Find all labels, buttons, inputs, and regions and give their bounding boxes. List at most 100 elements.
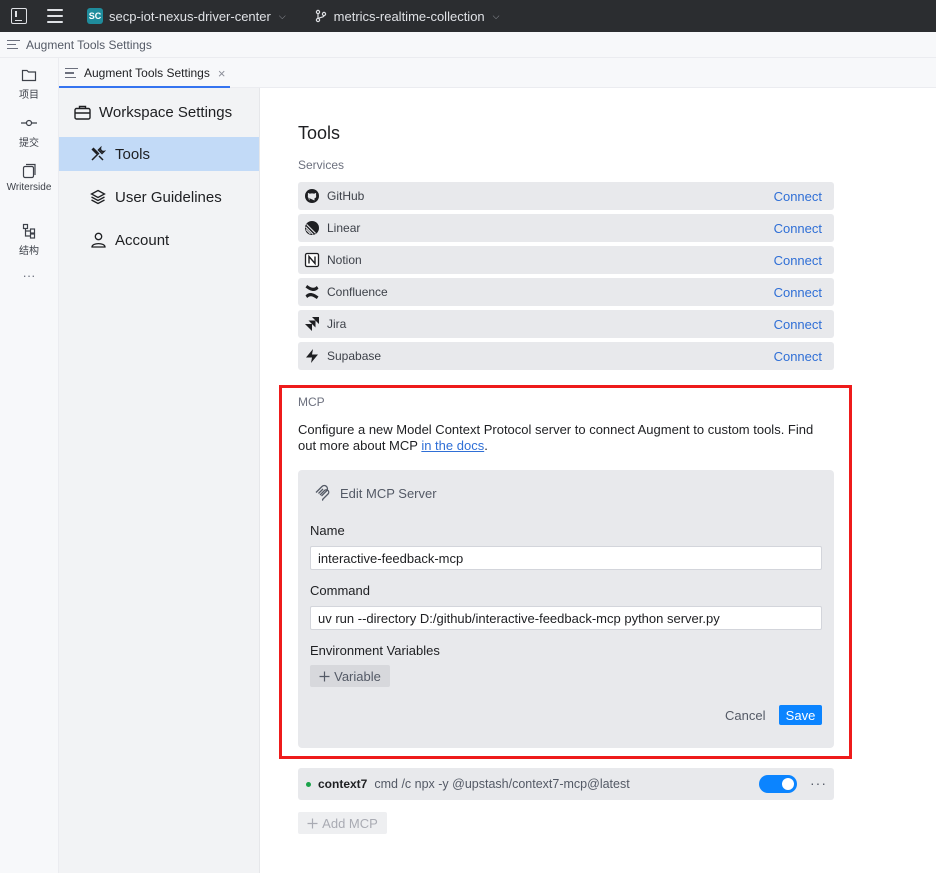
toolwindow-label: 提交 [19, 138, 39, 149]
user-icon [90, 232, 106, 248]
cancel-button[interactable]: Cancel [725, 708, 765, 723]
add-mcp-label: Add MCP [322, 815, 378, 831]
editor-tab-bar: Augment Tools Settings × [59, 58, 936, 88]
add-mcp-button[interactable]: Add MCP [298, 812, 387, 834]
more-options-icon[interactable]: ··· [810, 775, 827, 791]
service-name: Confluence [327, 285, 388, 299]
service-name: Jira [327, 317, 347, 331]
toolwindow-writerside[interactable]: Writerside [0, 162, 58, 193]
mcp-description-period: . [484, 438, 488, 453]
breadcrumb: Augment Tools Settings [0, 32, 936, 58]
toolwindow-label: 项目 [19, 90, 39, 101]
page-title: Tools [298, 123, 341, 143]
plus-icon [319, 671, 330, 681]
connect-linear-button[interactable]: Connect [774, 221, 822, 236]
mcp-description: Configure a new Model Context Protocol s… [298, 422, 828, 454]
toolwindow-structure[interactable]: 结构 [0, 222, 58, 257]
service-row-linear: Linear Connect [298, 214, 834, 242]
structure-icon [22, 223, 36, 239]
nav-item-label: Account [115, 231, 170, 249]
project-name: secp-iot-nexus-driver-center [109, 8, 271, 24]
nav-item-label: Tools [115, 145, 151, 163]
toolwindow-project[interactable]: 项目 [0, 66, 58, 101]
connect-confluence-button[interactable]: Connect [774, 285, 822, 300]
notion-icon [304, 252, 319, 268]
branch-name: metrics-realtime-collection [333, 8, 485, 24]
breadcrumb-title: Augment Tools Settings [26, 37, 152, 52]
settings-sidebar: Workspace Settings Tools User Guidelines… [59, 88, 260, 873]
mcp-server-command: cmd /c npx -y @upstash/context7-mcp@late… [374, 777, 630, 791]
title-bar: SC secp-iot-nexus-driver-center ⌵ metric… [0, 0, 936, 32]
tools-icon [91, 146, 106, 161]
service-name: GitHub [327, 189, 365, 203]
chevron-down-icon: ⌵ [492, 10, 500, 21]
command-label: Command [310, 583, 370, 598]
connect-github-button[interactable]: Connect [774, 189, 822, 204]
plus-icon [307, 818, 318, 828]
connect-supabase-button[interactable]: Connect [774, 349, 822, 364]
briefcase-icon [73, 105, 91, 120]
docs-link[interactable]: in the docs [421, 438, 484, 453]
close-icon[interactable]: × [218, 66, 226, 81]
mcp-server-row-context7: context7 cmd /c npx -y @upstash/context7… [298, 768, 834, 800]
layers-icon [90, 189, 106, 205]
service-name: Notion [327, 253, 362, 267]
mcp-icon [315, 484, 330, 501]
add-variable-label: Variable [334, 668, 381, 684]
github-icon [304, 189, 319, 203]
nav-item-workspace-settings[interactable]: Workspace Settings [59, 95, 259, 129]
status-dot [306, 781, 311, 787]
tools-settings-panel: Tools Services GitHub Connect Linear Con… [260, 88, 936, 873]
edit-mcp-title: Edit MCP Server [340, 485, 437, 501]
service-row-confluence: Confluence Connect [298, 278, 834, 306]
main-menu-icon[interactable] [47, 9, 63, 23]
nav-item-label: User Guidelines [115, 188, 222, 206]
mcp-server-name: context7 [318, 777, 368, 791]
add-variable-button[interactable]: Variable [310, 665, 390, 687]
chevron-down-icon: ⌵ [278, 10, 286, 21]
toolwindow-more[interactable]: ··· [0, 268, 58, 283]
service-row-notion: Notion Connect [298, 246, 834, 274]
tab-label: Augment Tools Settings [84, 66, 210, 80]
service-row-github: GitHub Connect [298, 182, 834, 210]
settings-lines-icon [65, 68, 78, 78]
folder-icon [21, 69, 37, 82]
service-name: Linear [327, 221, 361, 235]
project-selector[interactable]: SC secp-iot-nexus-driver-center ⌵ [87, 8, 286, 24]
tab-augment-tools-settings[interactable]: Augment Tools Settings × [59, 58, 230, 88]
supabase-icon [305, 349, 318, 363]
settings-lines-icon [7, 39, 20, 50]
nav-item-user-guidelines[interactable]: User Guidelines [59, 180, 259, 214]
app-logo-icon[interactable] [11, 8, 27, 24]
mcp-server-toggle[interactable] [759, 775, 797, 793]
nav-item-account[interactable]: Account [59, 223, 259, 257]
service-row-jira: Jira Connect [298, 310, 834, 338]
commit-icon [21, 119, 37, 127]
edit-mcp-server-panel: Edit MCP Server Name Command Environment… [298, 470, 834, 748]
branch-selector[interactable]: metrics-realtime-collection ⌵ [314, 8, 500, 24]
project-badge: SC [87, 8, 103, 24]
jira-icon [304, 317, 319, 331]
connect-jira-button[interactable]: Connect [774, 317, 822, 332]
connect-notion-button[interactable]: Connect [774, 253, 822, 268]
git-branch-icon [315, 9, 326, 23]
toolwindow-label: Writerside [6, 182, 52, 193]
nav-item-label: Workspace Settings [99, 103, 233, 121]
services-section-label: Services [298, 158, 345, 172]
toolwindow-commit[interactable]: 提交 [0, 114, 58, 149]
service-row-supabase: Supabase Connect [298, 342, 834, 370]
mcp-name-input[interactable] [310, 546, 822, 570]
confluence-icon [305, 285, 318, 299]
writerside-icon [22, 163, 36, 179]
env-vars-label: Environment Variables [310, 643, 440, 658]
nav-item-tools[interactable]: Tools [59, 137, 259, 171]
more-icon: ··· [22, 268, 36, 283]
service-name: Supabase [327, 349, 382, 363]
save-button[interactable]: Save [779, 705, 822, 725]
mcp-command-input[interactable] [310, 606, 822, 630]
toolwindow-label: 结构 [19, 246, 39, 257]
mcp-description-text: Configure a new Model Context Protocol s… [298, 422, 814, 453]
name-label: Name [310, 523, 345, 538]
mcp-section-label: MCP [298, 395, 325, 409]
tool-window-strip: 项目 提交 Writerside 结构 ··· [0, 58, 59, 873]
